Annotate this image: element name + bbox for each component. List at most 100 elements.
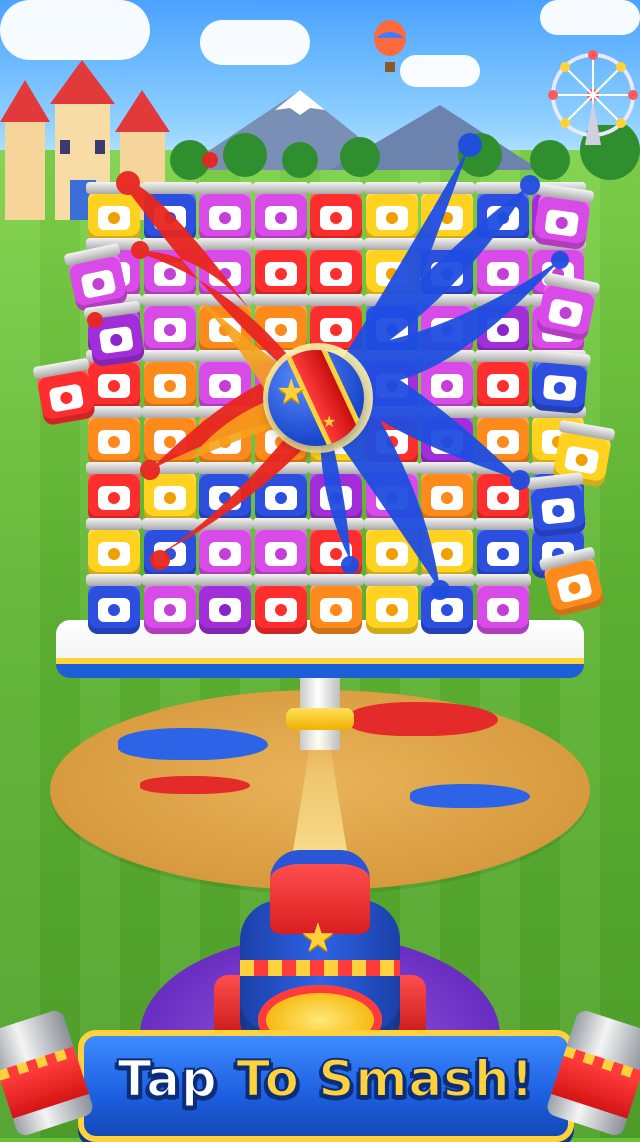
jar[interactable] [141, 518, 198, 578]
honey-dipper-icon [108, 212, 120, 224]
blueberry-icon [163, 548, 176, 560]
jar[interactable] [474, 350, 531, 410]
honey-dipper-icon [574, 453, 589, 467]
orange-icon [219, 324, 231, 336]
jar[interactable] [86, 574, 142, 634]
strawberry-icon [330, 212, 342, 224]
cloud [540, 0, 640, 35]
flying-jar[interactable] [535, 271, 601, 342]
jar[interactable] [308, 462, 364, 522]
jar[interactable] [474, 182, 531, 242]
jar[interactable] [197, 406, 253, 466]
jar[interactable] [252, 574, 309, 634]
jar[interactable] [197, 574, 253, 634]
jar[interactable] [363, 294, 420, 354]
banner-word-smash: Smash! [317, 1049, 535, 1109]
jar[interactable] [252, 462, 309, 522]
blueberry-icon [553, 381, 567, 395]
jar[interactable] [419, 462, 475, 522]
jar[interactable] [86, 182, 142, 242]
jar[interactable] [419, 518, 475, 578]
plum-icon [219, 212, 231, 224]
jar[interactable] [86, 462, 142, 522]
strawberry-icon [274, 604, 287, 616]
jar[interactable] [141, 238, 198, 298]
jar[interactable] [197, 462, 253, 522]
jar[interactable] [308, 574, 364, 634]
jar[interactable] [197, 182, 253, 242]
paint-splat [118, 728, 268, 760]
jar[interactable] [419, 350, 475, 410]
jar[interactable] [419, 182, 475, 242]
jar[interactable] [474, 462, 531, 522]
jar[interactable] [474, 518, 531, 578]
jar[interactable] [252, 518, 309, 578]
jar[interactable] [86, 406, 142, 466]
orange-icon [274, 436, 287, 448]
jar[interactable] [197, 350, 253, 410]
flying-jar[interactable] [32, 357, 97, 427]
jar[interactable] [141, 350, 198, 410]
jar[interactable] [141, 182, 198, 242]
jar[interactable] [363, 182, 420, 242]
jar[interactable] [474, 294, 531, 354]
plum-icon [496, 604, 509, 616]
jar[interactable] [141, 462, 198, 522]
jar[interactable] [363, 462, 420, 522]
game-scene[interactable]: ★ ★ ★ Tap To Smash! [0, 0, 640, 1142]
jar[interactable] [197, 238, 253, 298]
jar[interactable] [419, 574, 475, 634]
jar[interactable] [252, 182, 309, 242]
plum-icon [274, 212, 287, 224]
flying-jar[interactable] [531, 349, 591, 415]
jar[interactable] [197, 294, 253, 354]
jar[interactable] [252, 238, 309, 298]
orange-icon [274, 324, 287, 336]
jar[interactable] [419, 238, 475, 298]
jar[interactable] [197, 518, 253, 578]
orange-icon [163, 436, 176, 448]
cloud [0, 0, 150, 60]
flying-jar[interactable] [526, 472, 587, 538]
jar[interactable] [363, 238, 420, 298]
cloud [200, 20, 310, 65]
jar[interactable] [363, 518, 420, 578]
jar[interactable] [308, 238, 364, 298]
blueberry-icon [551, 504, 565, 518]
jar[interactable] [308, 518, 364, 578]
jar[interactable] [419, 406, 475, 466]
paint-splat [140, 776, 250, 794]
jar[interactable] [308, 182, 364, 242]
jar[interactable] [474, 406, 531, 466]
plum-icon [219, 548, 231, 560]
blueberry-icon [496, 212, 509, 224]
star-icon: ★ [276, 372, 307, 412]
plum-icon [441, 380, 453, 392]
strawberry-icon [108, 380, 120, 392]
jar[interactable] [363, 574, 420, 634]
banner-title: Tap To Smash! [78, 1049, 574, 1109]
blueberry-icon [108, 604, 120, 616]
banner-word-to: To [235, 1049, 300, 1109]
jar[interactable] [86, 350, 142, 410]
jar[interactable] [141, 406, 198, 466]
jar[interactable] [86, 518, 142, 578]
jar[interactable] [141, 574, 198, 634]
jar[interactable] [474, 574, 531, 634]
flying-jar[interactable] [83, 300, 146, 368]
blueberry-icon [385, 324, 398, 336]
flying-jar[interactable] [532, 183, 595, 251]
jar[interactable] [419, 294, 475, 354]
ferris-wheel-icon [548, 50, 638, 145]
jar[interactable] [252, 294, 309, 354]
jar[interactable] [141, 294, 198, 354]
blueberry-icon [219, 492, 231, 504]
jar[interactable] [474, 238, 531, 298]
strawberry-icon [59, 391, 74, 405]
jar[interactable] [363, 350, 420, 410]
strawberry-icon [108, 492, 120, 504]
jar[interactable] [308, 294, 364, 354]
honey-dipper-icon [385, 548, 398, 560]
jar[interactable] [363, 406, 420, 466]
plum-icon [558, 305, 573, 321]
